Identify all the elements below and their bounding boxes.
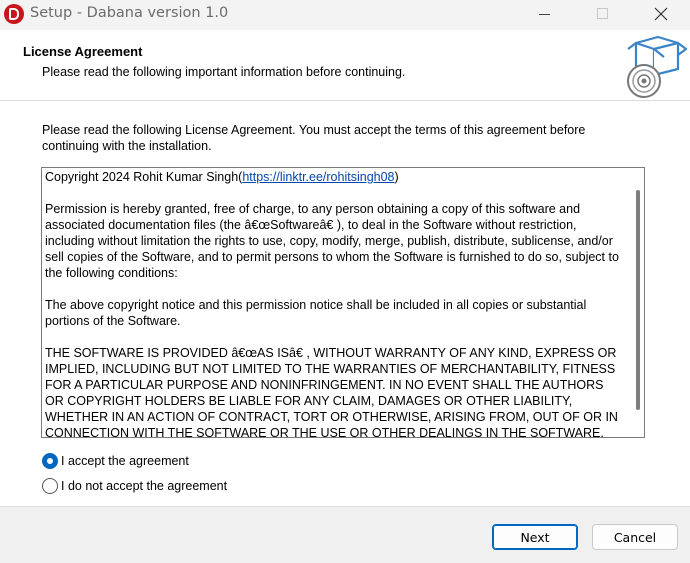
decline-option[interactable]: I do not accept the agreement (42, 477, 227, 495)
copyright-text: Copyright 2024 Rohit Kumar Singh( (45, 170, 243, 184)
accept-label[interactable]: I accept the agreement (61, 454, 189, 468)
license-text-box[interactable]: Copyright 2024 Rohit Kumar Singh(https:/… (41, 167, 645, 438)
decline-label[interactable]: I do not accept the agreement (61, 479, 227, 493)
decline-radio[interactable] (42, 478, 58, 494)
title-bar: Setup - Dabana version 1.0 (0, 0, 690, 30)
copyright-suffix: ) (394, 170, 399, 184)
author-link[interactable]: https://linktr.ee/rohitsingh08 (242, 170, 394, 184)
minimize-icon (539, 14, 550, 15)
license-paragraph-notice: The above copyright notice and this perm… (45, 298, 587, 328)
app-logo-icon (4, 4, 24, 24)
maximize-button (579, 0, 625, 30)
scrollbar-thumb[interactable] (636, 190, 640, 410)
license-scrollbar[interactable] (630, 168, 644, 437)
wizard-header: License Agreement Please read the follow… (0, 30, 690, 100)
page-title: License Agreement (23, 44, 143, 59)
license-paragraph-permission: Permission is hereby granted, free of ch… (45, 202, 619, 280)
copyright-line: Copyright 2024 Rohit Kumar Singh(https:/… (45, 169, 622, 185)
maximize-icon (597, 8, 608, 19)
close-button[interactable] (637, 0, 683, 30)
instruction-text: Please read the following License Agreem… (42, 123, 586, 153)
license-content: Copyright 2024 Rohit Kumar Singh(https:/… (45, 169, 622, 438)
accept-radio[interactable] (42, 453, 58, 469)
setup-box-disc-icon (627, 35, 688, 98)
wizard-body: Please read the following License Agreem… (0, 101, 690, 506)
cancel-button[interactable]: Cancel (592, 524, 678, 550)
footer-divider (0, 506, 690, 507)
page-subtitle: Please read the following important info… (42, 65, 406, 79)
next-button[interactable]: Next (492, 524, 578, 550)
accept-option[interactable]: I accept the agreement (42, 452, 189, 470)
close-icon (654, 7, 668, 21)
window-title: Setup - Dabana version 1.0 (30, 5, 229, 21)
minimize-button[interactable] (521, 0, 567, 30)
license-paragraph-warranty: THE SOFTWARE IS PROVIDED â€œAS ISâ€ , WI… (45, 346, 618, 438)
